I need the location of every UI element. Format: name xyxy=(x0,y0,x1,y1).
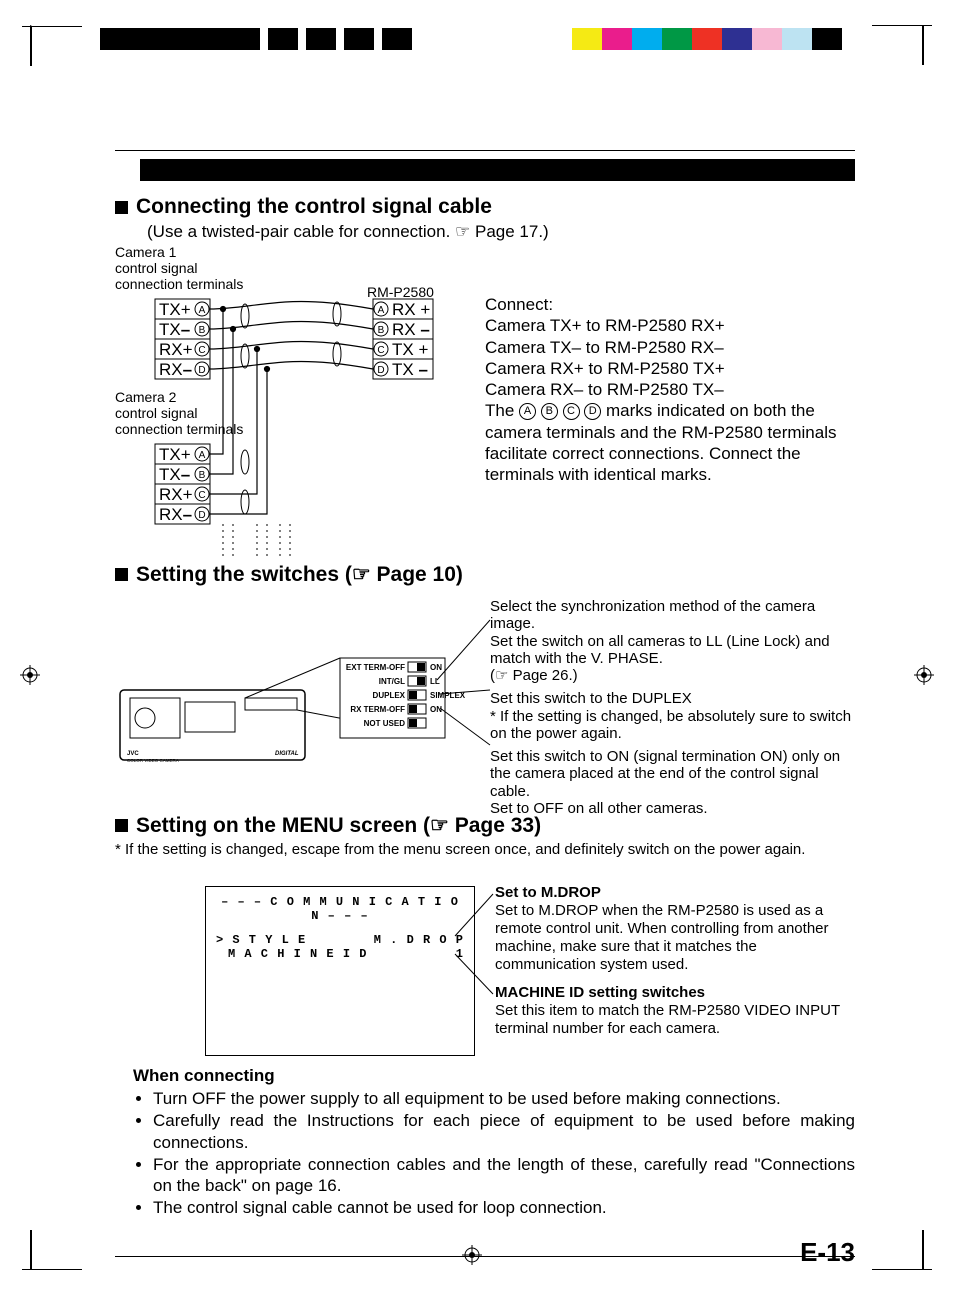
when-connecting-section: When connecting Turn OFF the power suppl… xyxy=(115,1066,855,1219)
color-calibration-bar xyxy=(100,28,842,50)
svg-text:RX +: RX + xyxy=(392,300,430,319)
svg-text:D: D xyxy=(377,365,384,376)
intro-text: (Use a twisted-pair cable for connection… xyxy=(147,222,855,242)
when-item: The control signal cable cannot be used … xyxy=(153,1197,855,1218)
svg-text:B: B xyxy=(199,470,206,481)
svg-text:ON: ON xyxy=(430,663,442,672)
switch-instructions: Select the synchronization method of the… xyxy=(490,598,860,823)
svg-text:COLOR VIDEO CAMERA: COLOR VIDEO CAMERA xyxy=(127,758,179,763)
menu-callout-lines xyxy=(115,864,495,1064)
section-header-bar xyxy=(140,159,855,181)
svg-text:RX–: RX– xyxy=(159,360,192,379)
page-number: E-13 xyxy=(800,1237,855,1268)
svg-text:TX–: TX– xyxy=(159,320,190,339)
crop-mark-bl xyxy=(30,1230,72,1270)
svg-text:DIGITAL: DIGITAL xyxy=(275,751,299,757)
heading-connecting-cable: Connecting the control signal cable xyxy=(115,195,855,219)
svg-text:C: C xyxy=(198,490,205,501)
svg-text:RX+: RX+ xyxy=(159,340,193,359)
svg-text:JVC: JVC xyxy=(127,751,139,757)
svg-text:RX –: RX – xyxy=(392,320,430,339)
wiring-diagram: TX+ TX– RX+ RX– A B C D xyxy=(115,244,475,564)
svg-text:RX+: RX+ xyxy=(159,485,193,504)
svg-text:D: D xyxy=(198,365,205,376)
svg-text:NOT USED: NOT USED xyxy=(364,719,406,728)
svg-text:TX+: TX+ xyxy=(159,300,191,319)
crop-mark-br xyxy=(882,1230,924,1270)
heading-setting-switches: Setting the switches (☞ Page 10) xyxy=(115,562,855,587)
menu-note: * If the setting is changed, escape from… xyxy=(115,841,855,858)
rule-bottom xyxy=(115,1256,855,1257)
registration-mark-left xyxy=(20,665,40,685)
registration-mark-right xyxy=(914,665,934,685)
svg-text:A: A xyxy=(199,305,206,316)
svg-text:RX–: RX– xyxy=(159,505,192,524)
svg-text:TX–: TX– xyxy=(159,465,190,484)
svg-text:B: B xyxy=(199,325,206,336)
svg-text:B: B xyxy=(378,325,385,336)
svg-text:C: C xyxy=(377,345,384,356)
svg-text:INT/GL: INT/GL xyxy=(379,677,405,686)
svg-text:ON: ON xyxy=(430,705,442,714)
crop-mark-tr xyxy=(882,25,924,65)
svg-text:EXT TERM-OFF: EXT TERM-OFF xyxy=(346,663,405,672)
svg-text:D: D xyxy=(198,510,205,521)
svg-text:A: A xyxy=(378,305,385,316)
when-item: For the appropriate connection cables an… xyxy=(153,1154,855,1197)
switch-diagram: JVC COLOR VIDEO CAMERA DIGITAL EXT TERM-… xyxy=(115,590,495,805)
when-item: Turn OFF the power supply to all equipme… xyxy=(153,1088,855,1109)
svg-text:TX –: TX – xyxy=(392,360,428,379)
svg-text:TX +: TX + xyxy=(392,340,428,359)
svg-text:A: A xyxy=(199,450,206,461)
connect-instructions: Connect: Camera TX+ to RM-P2580 RX+ Came… xyxy=(485,294,855,485)
rule-top xyxy=(115,150,855,151)
svg-text:RX TERM-OFF: RX TERM-OFF xyxy=(350,705,405,714)
when-item: Carefully read the Instructions for each… xyxy=(153,1110,855,1153)
crop-mark-tl xyxy=(30,25,72,66)
svg-text:C: C xyxy=(198,345,205,356)
svg-text:DUPLEX: DUPLEX xyxy=(373,691,406,700)
menu-instructions: Set to M.DROP Set to M.DROP when the RM-… xyxy=(495,884,860,1038)
svg-text:TX+: TX+ xyxy=(159,445,191,464)
